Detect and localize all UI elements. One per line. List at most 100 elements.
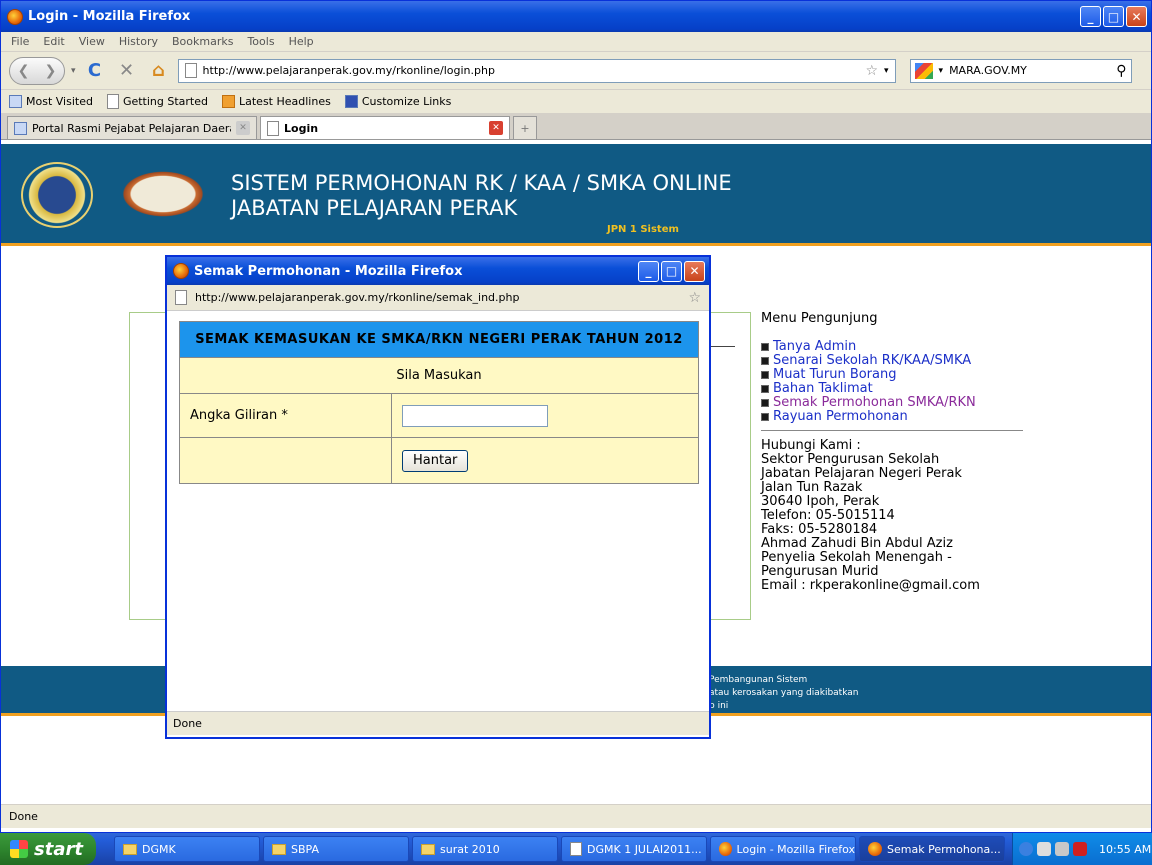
menu-file[interactable]: File (11, 35, 29, 48)
close-button[interactable]: ✕ (1126, 6, 1147, 27)
bullet-icon (761, 343, 769, 351)
menu-item-rayuan[interactable]: Rayuan Permohonan (761, 410, 1023, 424)
bookmark-star-icon[interactable]: ☆ (865, 63, 878, 79)
bullet-icon (761, 413, 769, 421)
new-tab-button[interactable]: + (513, 116, 537, 139)
search-icon[interactable]: ⚲ (1116, 63, 1126, 79)
menu-item-senarai-sekolah[interactable]: Senarai Sekolah RK/KAA/SMKA (761, 354, 1023, 368)
menu-bookmarks[interactable]: Bookmarks (172, 35, 233, 48)
main-window-title: Login - Mozilla Firefox (28, 9, 191, 24)
tray-arrow-icon[interactable] (1019, 842, 1033, 856)
menu-item-semak-permohonan[interactable]: Semak Permohonan SMKA/RKN (761, 396, 1023, 410)
task-label: Semak Permohona... (887, 842, 1001, 856)
page-icon (106, 94, 119, 109)
popup-maximize-button[interactable]: □ (661, 260, 682, 282)
task-dgmk[interactable]: DGMK (114, 836, 260, 862)
menu-item-label[interactable]: Muat Turun Borang (773, 368, 897, 382)
url-bar[interactable]: http://www.pelajaranperak.gov.my/rkonlin… (177, 58, 896, 83)
menu-title: Menu Pengunjung (761, 311, 878, 326)
firefox-icon (173, 263, 189, 279)
task-sbpa[interactable]: SBPA (263, 836, 409, 862)
contact-line: Pengurusan Murid (761, 564, 879, 579)
volume-icon[interactable] (1055, 842, 1069, 856)
popup-title: Semak Permohonan - Mozilla Firefox (194, 263, 463, 279)
menu-tools[interactable]: Tools (247, 35, 274, 48)
contact-line: Faks: 05-5280184 (761, 522, 878, 537)
menu-history[interactable]: History (119, 35, 158, 48)
back-forward-buttons[interactable]: ❮ ❯ (9, 56, 65, 85)
folder-icon (421, 843, 435, 855)
menu-item-label[interactable]: Rayuan Permohonan (773, 410, 908, 424)
menu-separator (761, 430, 1023, 431)
bookmark-getting-started[interactable]: Getting Started (106, 94, 208, 109)
bookmark-label: Getting Started (122, 95, 208, 108)
url-dropdown-icon[interactable]: ▾ (884, 66, 889, 76)
bookmark-label: Customize Links (361, 95, 452, 108)
semak-form: SEMAK KEMASUKAN KE SMKA/RKN NEGERI PERAK… (179, 321, 699, 484)
bookmark-star-icon[interactable]: ☆ (688, 290, 701, 306)
menu-item-label[interactable]: Senarai Sekolah RK/KAA/SMKA (773, 354, 971, 368)
forward-arrow-icon[interactable]: ❯ (45, 63, 57, 79)
site-banner: SISTEM PERMOHONAN RK / KAA / SMKA ONLINE… (1, 144, 1151, 246)
menu-view[interactable]: View (79, 35, 105, 48)
angka-giliran-input[interactable] (402, 404, 548, 427)
visitor-menu: Menu Pengunjung Tanya Admin Senarai Seko… (761, 312, 1023, 593)
customize-icon (344, 95, 358, 108)
reload-icon[interactable]: C (82, 59, 108, 83)
contact-line: Jabatan Pelajaran Negeri Perak (761, 466, 962, 481)
popup-body: SEMAK KEMASUKAN KE SMKA/RKN NEGERI PERAK… (167, 311, 709, 711)
network-icon[interactable] (1037, 842, 1051, 856)
task-surat-2010[interactable]: surat 2010 (412, 836, 558, 862)
tab-login[interactable]: Login ✕ (260, 116, 510, 139)
menu-edit[interactable]: Edit (43, 35, 64, 48)
popup-url-bar[interactable]: http://www.pelajaranperak.gov.my/rkonlin… (167, 285, 709, 311)
task-label: SBPA (291, 842, 319, 856)
task-login-firefox[interactable]: Login - Mozilla Firefox (710, 836, 856, 862)
contact-line: Telefon: 05-5015114 (761, 508, 895, 523)
windows-logo-icon (10, 840, 28, 858)
maximize-button[interactable]: □ (1103, 6, 1124, 27)
popup-titlebar[interactable]: Semak Permohonan - Mozilla Firefox _ □ ✕ (167, 257, 709, 285)
rss-icon (222, 95, 235, 108)
minimize-button[interactable]: _ (1080, 6, 1101, 27)
bookmark-latest-headlines[interactable]: Latest Headlines (222, 95, 331, 108)
search-engine-icon[interactable] (914, 62, 933, 79)
firefox-icon (7, 8, 23, 25)
bookmark-most-visited[interactable]: Most Visited (9, 95, 93, 108)
popup-close-button[interactable]: ✕ (684, 260, 705, 282)
search-box[interactable]: ▾ MARA.GOV.MY ⚲ (909, 58, 1132, 83)
main-titlebar[interactable]: Login - Mozilla Firefox _ □ ✕ (1, 1, 1151, 32)
taskbar: start DGMK SBPA surat 2010 DGMK 1 JULAI2… (0, 833, 1152, 865)
menu-item-muat-turun[interactable]: Muat Turun Borang (761, 368, 1023, 382)
tab-close-icon[interactable]: ✕ (236, 121, 250, 135)
back-arrow-icon[interactable]: ❮ (18, 63, 30, 79)
menu-item-tanya-admin[interactable]: Tanya Admin (761, 340, 1023, 354)
search-engine-text[interactable]: MARA.GOV.MY (949, 64, 1110, 77)
menu-item-label[interactable]: Tanya Admin (773, 340, 856, 354)
menu-item-bahan-taklimat[interactable]: Bahan Taklimat (761, 382, 1023, 396)
menu-item-label[interactable]: Semak Permohonan SMKA/RKN (773, 396, 976, 410)
history-dropdown-icon[interactable]: ▾ (71, 66, 76, 76)
popup-url-text[interactable]: http://www.pelajaranperak.gov.my/rkonlin… (195, 291, 680, 304)
engine-dropdown-icon[interactable]: ▾ (939, 66, 944, 76)
stop-icon[interactable]: ✕ (114, 59, 140, 83)
task-dgmk-julai[interactable]: DGMK 1 JULAI2011... (561, 836, 707, 862)
bullet-icon (761, 399, 769, 407)
popup-minimize-button[interactable]: _ (638, 260, 659, 282)
menu-item-label[interactable]: Bahan Taklimat (773, 382, 873, 396)
tab-close-icon[interactable]: ✕ (489, 121, 503, 135)
bookmark-customize-links[interactable]: Customize Links (344, 95, 452, 108)
task-semak-permohonan[interactable]: Semak Permohona... (859, 836, 1005, 862)
bullet-icon (761, 385, 769, 393)
clock[interactable]: 10:55 AM (1099, 843, 1151, 856)
menu-help[interactable]: Help (289, 35, 314, 48)
page-icon (267, 120, 279, 136)
tab-portal-rasmi[interactable]: Portal Rasmi Pejabat Pelajaran Daerah ..… (7, 116, 257, 139)
contact-line: 30640 Ipoh, Perak (761, 494, 880, 509)
antivirus-icon[interactable] (1073, 842, 1087, 856)
url-text[interactable]: http://www.pelajaranperak.gov.my/rkonlin… (203, 64, 860, 77)
start-button[interactable]: start (0, 833, 96, 865)
contact-info: Hubungi Kami : Sektor Pengurusan Sekolah… (761, 439, 1023, 593)
home-icon[interactable]: ⌂ (146, 59, 172, 83)
hantar-button[interactable]: Hantar (402, 449, 469, 472)
